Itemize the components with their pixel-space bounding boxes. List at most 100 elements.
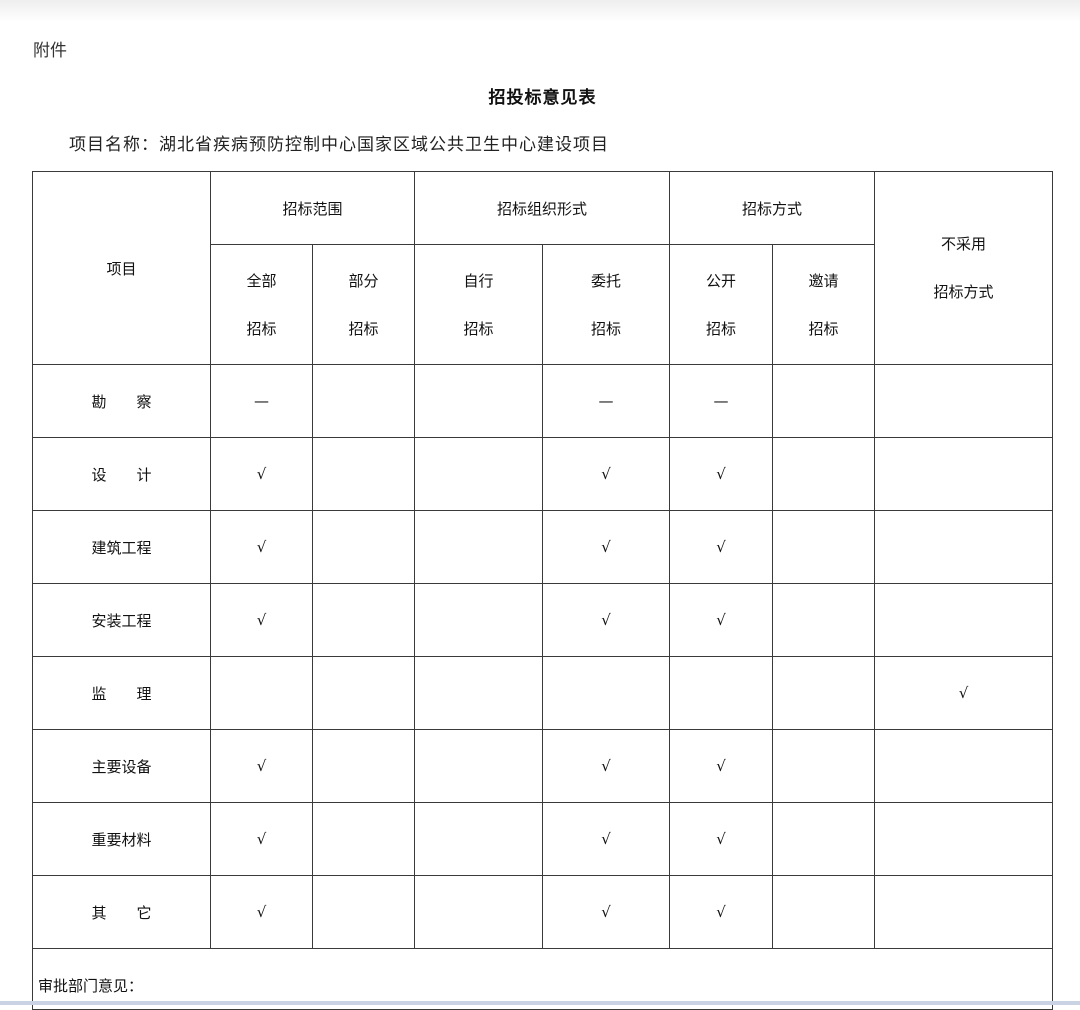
subheader-line: 招标 — [348, 319, 379, 338]
top-shade — [0, 0, 1080, 22]
row-label-text: 勘 察 — [91, 392, 152, 411]
row-label: 其 它 — [32, 875, 211, 949]
table-cell — [772, 583, 875, 657]
table-cell — [312, 364, 415, 438]
table-cell: √ — [669, 729, 773, 803]
table-cell: √ — [542, 583, 670, 657]
table-cell: √ — [210, 437, 313, 511]
row-label-text: 安装工程 — [91, 611, 152, 630]
table-cell — [772, 364, 875, 438]
table-cell — [542, 656, 670, 730]
table-row: 勘 察 — — — — [32, 364, 1053, 438]
table-cell — [874, 729, 1053, 803]
row-label-text: 主要设备 — [91, 757, 152, 776]
header-method: 招标方式 — [669, 171, 875, 245]
row-label: 监 理 — [32, 656, 211, 730]
subheader-entrusted: 委托 招标 — [542, 244, 670, 365]
table-cell: √ — [210, 802, 313, 876]
table-cell — [874, 802, 1053, 876]
table-cell — [772, 656, 875, 730]
row-label: 安装工程 — [32, 583, 211, 657]
table-cell — [772, 875, 875, 949]
row-label: 建筑工程 — [32, 510, 211, 584]
table-cell — [312, 510, 415, 584]
subheader-line: 自行 — [463, 271, 494, 290]
table-row: 设 计 √ √ √ — [32, 437, 1053, 511]
table-cell — [414, 364, 543, 438]
table-cell — [414, 875, 543, 949]
table-cell: √ — [542, 510, 670, 584]
table-cell: √ — [669, 510, 773, 584]
header-item-label: 项目 — [106, 259, 137, 278]
header-no-tender: 不采用 招标方式 — [874, 171, 1053, 365]
table-cell: √ — [542, 875, 670, 949]
subheader-public: 公开 招标 — [669, 244, 773, 365]
table-cell — [414, 437, 543, 511]
table-cell — [414, 583, 543, 657]
subheader-partial: 部分 招标 — [312, 244, 415, 365]
table-row: 监 理 √ — [32, 656, 1053, 730]
row-label-text: 监 理 — [91, 684, 152, 703]
subheader-line: 招标 — [808, 319, 839, 338]
table-cell — [312, 875, 415, 949]
subheader-line: 邀请 — [808, 271, 839, 290]
header-organization: 招标组织形式 — [414, 171, 670, 245]
table-row: 其 它 √ √ √ — [32, 875, 1053, 949]
subheader-line: 部分 — [348, 271, 379, 290]
table-cell: √ — [669, 583, 773, 657]
table-cell: √ — [669, 437, 773, 511]
subheader-line: 全部 — [246, 271, 277, 290]
attachment-label: 附件 — [33, 41, 67, 61]
row-label: 主要设备 — [32, 729, 211, 803]
tender-opinion-table: 项目 招标范围 招标组织形式 招标方式 不采用 招标方式 全部 招标 部分 招标… — [32, 171, 1053, 1010]
subheader-line: 公开 — [705, 271, 736, 290]
table-cell: √ — [542, 729, 670, 803]
table-row: 安装工程 √ √ √ — [32, 583, 1053, 657]
subheader-line: 招标 — [463, 319, 494, 338]
table-cell — [669, 656, 773, 730]
header-no-tender-line2: 招标方式 — [933, 283, 994, 301]
row-label: 勘 察 — [32, 364, 211, 438]
row-label-text: 建筑工程 — [91, 538, 152, 557]
subheader-line: 招标 — [705, 319, 736, 338]
table-cell: √ — [542, 437, 670, 511]
table-cell — [312, 583, 415, 657]
table-cell: — — [210, 364, 313, 438]
row-label-text: 其 它 — [91, 903, 152, 922]
table-cell: √ — [210, 510, 313, 584]
document-title: 招投标意见表 — [488, 88, 597, 108]
subheader-line: 招标 — [590, 319, 621, 338]
table-cell: √ — [669, 875, 773, 949]
header-scope: 招标范围 — [210, 171, 415, 245]
row-label: 设 计 — [32, 437, 211, 511]
table-cell: √ — [210, 875, 313, 949]
approval-label: 审批部门意见： — [38, 977, 144, 995]
table-cell — [874, 437, 1053, 511]
table-cell — [414, 802, 543, 876]
table-cell: √ — [874, 656, 1053, 730]
table-cell: √ — [542, 802, 670, 876]
row-label: 重要材料 — [32, 802, 211, 876]
table-cell — [874, 510, 1053, 584]
table-cell — [312, 437, 415, 511]
table-cell: √ — [669, 802, 773, 876]
table-cell — [874, 875, 1053, 949]
header-organization-label: 招标组织形式 — [496, 199, 587, 218]
table-cell — [312, 729, 415, 803]
subheader-invited: 邀请 招标 — [772, 244, 875, 365]
table-row: 主要设备 √ √ √ — [32, 729, 1053, 803]
project-name-line: 项目名称：湖北省疾病预防控制中心国家区域公共卫生中心建设项目 — [69, 135, 609, 155]
table-cell — [772, 510, 875, 584]
header-scope-label: 招标范围 — [282, 199, 343, 218]
header-method-label: 招标方式 — [741, 199, 802, 218]
row-label-text: 设 计 — [91, 465, 152, 484]
header-item: 项目 — [32, 171, 211, 365]
subheader-full: 全部 招标 — [210, 244, 313, 365]
table-cell: √ — [210, 729, 313, 803]
table-cell — [874, 364, 1053, 438]
table-cell: √ — [210, 583, 313, 657]
table-cell — [772, 729, 875, 803]
subheader-line: 委托 — [590, 271, 621, 290]
table-cell — [414, 510, 543, 584]
table-row: 建筑工程 √ √ √ — [32, 510, 1053, 584]
